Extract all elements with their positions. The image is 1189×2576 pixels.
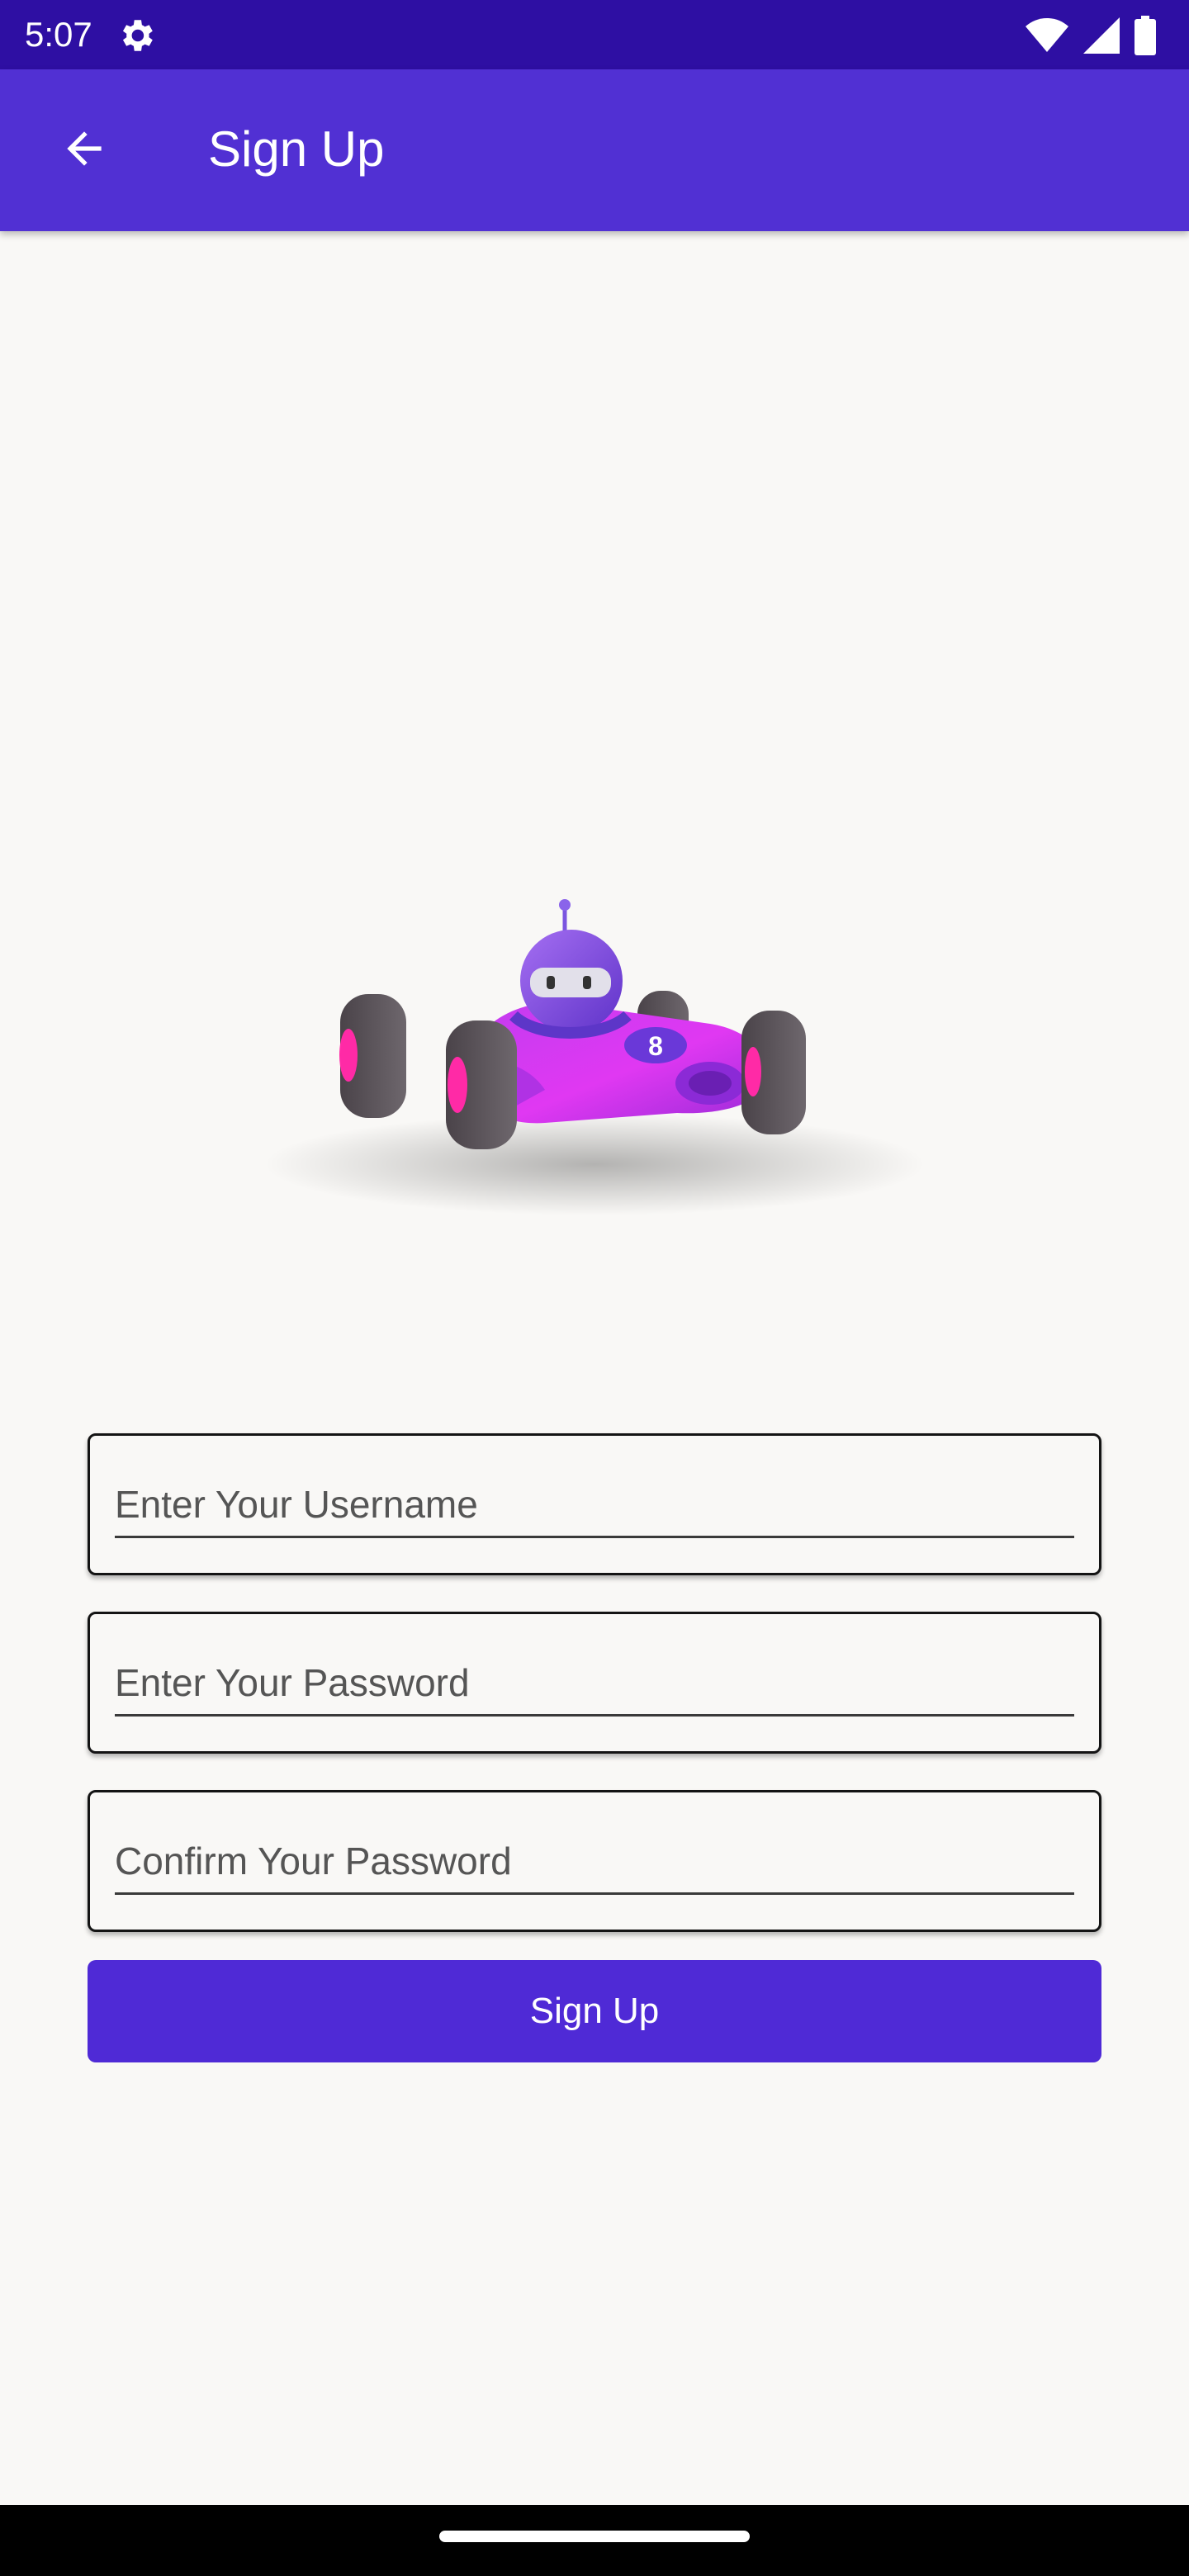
race-car-illustration: 8: [264, 899, 925, 1215]
status-bar: 5:07: [0, 0, 1189, 69]
app-bar: Sign Up: [0, 69, 1189, 231]
status-time: 5:07: [25, 15, 92, 54]
back-button[interactable]: [43, 107, 126, 190]
arrow-back-icon: [67, 131, 102, 166]
navigation-bar: [0, 2505, 1189, 2576]
confirm-password-field-box: [88, 1790, 1101, 1932]
wifi-icon: [1026, 18, 1068, 52]
settings-gear-icon: [122, 20, 153, 51]
username-field-box: [88, 1433, 1101, 1575]
cell-signal-icon: [1083, 17, 1120, 54]
username-input[interactable]: [115, 1472, 1074, 1538]
password-input[interactable]: [115, 1650, 1074, 1717]
car-number: 8: [648, 1031, 663, 1061]
home-gesture-handle[interactable]: [439, 2531, 750, 2542]
sign-up-button[interactable]: Sign Up: [88, 1960, 1101, 2062]
confirm-password-input[interactable]: [115, 1829, 1074, 1895]
password-field-box: [88, 1612, 1101, 1754]
page-title: Sign Up: [208, 121, 385, 177]
battery-icon: [1135, 16, 1156, 55]
